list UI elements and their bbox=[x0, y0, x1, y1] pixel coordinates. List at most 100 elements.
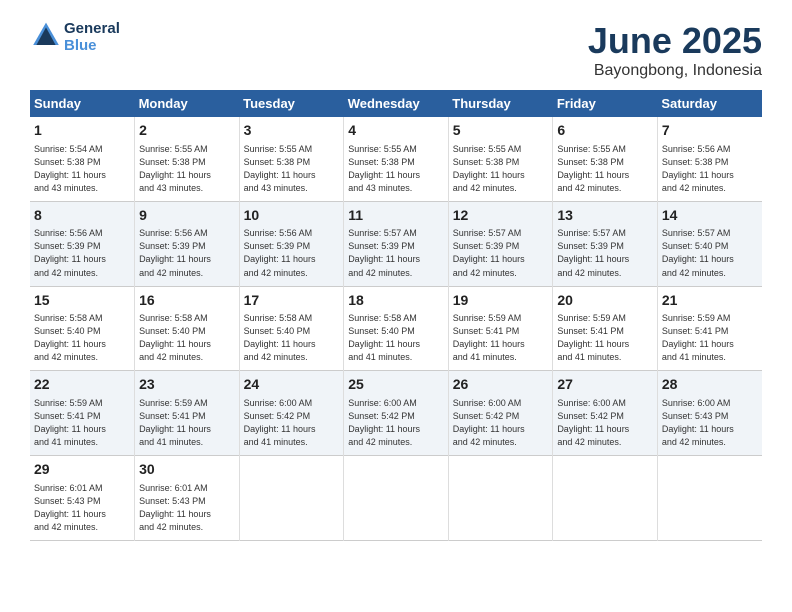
day-number: 1 bbox=[34, 121, 130, 141]
calendar-cell: 14Sunrise: 5:57 AM Sunset: 5:40 PM Dayli… bbox=[657, 201, 762, 286]
header-row: General Blue June 2025 Bayongbong, Indon… bbox=[30, 20, 762, 80]
calendar-cell: 30Sunrise: 6:01 AM Sunset: 5:43 PM Dayli… bbox=[135, 456, 240, 541]
day-number: 22 bbox=[34, 375, 130, 395]
day-number: 18 bbox=[348, 291, 444, 311]
day-info: Sunrise: 5:58 AM Sunset: 5:40 PM Dayligh… bbox=[244, 312, 340, 364]
day-info: Sunrise: 5:54 AM Sunset: 5:38 PM Dayligh… bbox=[34, 143, 130, 195]
day-info: Sunrise: 5:55 AM Sunset: 5:38 PM Dayligh… bbox=[348, 143, 444, 195]
day-info: Sunrise: 5:55 AM Sunset: 5:38 PM Dayligh… bbox=[557, 143, 653, 195]
title-block: June 2025 Bayongbong, Indonesia bbox=[588, 20, 762, 80]
calendar-cell bbox=[657, 456, 762, 541]
day-info: Sunrise: 6:00 AM Sunset: 5:42 PM Dayligh… bbox=[244, 397, 340, 449]
day-info: Sunrise: 5:59 AM Sunset: 5:41 PM Dayligh… bbox=[662, 312, 758, 364]
day-number: 15 bbox=[34, 291, 130, 311]
header-thursday: Thursday bbox=[448, 90, 553, 117]
header-saturday: Saturday bbox=[657, 90, 762, 117]
day-info: Sunrise: 5:59 AM Sunset: 5:41 PM Dayligh… bbox=[139, 397, 235, 449]
calendar-week-1: 8Sunrise: 5:56 AM Sunset: 5:39 PM Daylig… bbox=[30, 201, 762, 286]
day-number: 27 bbox=[557, 375, 653, 395]
calendar-cell: 7Sunrise: 5:56 AM Sunset: 5:38 PM Daylig… bbox=[657, 117, 762, 201]
day-number: 23 bbox=[139, 375, 235, 395]
day-info: Sunrise: 5:55 AM Sunset: 5:38 PM Dayligh… bbox=[244, 143, 340, 195]
day-info: Sunrise: 5:57 AM Sunset: 5:39 PM Dayligh… bbox=[348, 227, 444, 279]
day-number: 28 bbox=[662, 375, 758, 395]
month-title: June 2025 bbox=[588, 20, 762, 62]
calendar-cell: 6Sunrise: 5:55 AM Sunset: 5:38 PM Daylig… bbox=[553, 117, 658, 201]
calendar-cell: 12Sunrise: 5:57 AM Sunset: 5:39 PM Dayli… bbox=[448, 201, 553, 286]
day-number: 19 bbox=[453, 291, 549, 311]
calendar-cell: 25Sunrise: 6:00 AM Sunset: 5:42 PM Dayli… bbox=[344, 371, 449, 456]
day-info: Sunrise: 5:57 AM Sunset: 5:39 PM Dayligh… bbox=[453, 227, 549, 279]
day-info: Sunrise: 5:56 AM Sunset: 5:39 PM Dayligh… bbox=[34, 227, 130, 279]
day-info: Sunrise: 5:57 AM Sunset: 5:39 PM Dayligh… bbox=[557, 227, 653, 279]
header-friday: Friday bbox=[553, 90, 658, 117]
calendar-cell: 24Sunrise: 6:00 AM Sunset: 5:42 PM Dayli… bbox=[239, 371, 344, 456]
calendar-cell: 3Sunrise: 5:55 AM Sunset: 5:38 PM Daylig… bbox=[239, 117, 344, 201]
header-tuesday: Tuesday bbox=[239, 90, 344, 117]
day-number: 2 bbox=[139, 121, 235, 141]
day-number: 30 bbox=[139, 460, 235, 480]
calendar-container: General Blue June 2025 Bayongbong, Indon… bbox=[0, 0, 792, 561]
calendar-cell: 9Sunrise: 5:56 AM Sunset: 5:39 PM Daylig… bbox=[135, 201, 240, 286]
day-number: 14 bbox=[662, 206, 758, 226]
day-info: Sunrise: 5:55 AM Sunset: 5:38 PM Dayligh… bbox=[453, 143, 549, 195]
day-info: Sunrise: 6:00 AM Sunset: 5:42 PM Dayligh… bbox=[453, 397, 549, 449]
calendar-cell: 19Sunrise: 5:59 AM Sunset: 5:41 PM Dayli… bbox=[448, 286, 553, 371]
calendar-cell: 23Sunrise: 5:59 AM Sunset: 5:41 PM Dayli… bbox=[135, 371, 240, 456]
calendar-cell: 21Sunrise: 5:59 AM Sunset: 5:41 PM Dayli… bbox=[657, 286, 762, 371]
day-number: 25 bbox=[348, 375, 444, 395]
day-number: 17 bbox=[244, 291, 340, 311]
calendar-cell: 16Sunrise: 5:58 AM Sunset: 5:40 PM Dayli… bbox=[135, 286, 240, 371]
calendar-week-3: 22Sunrise: 5:59 AM Sunset: 5:41 PM Dayli… bbox=[30, 371, 762, 456]
day-info: Sunrise: 5:58 AM Sunset: 5:40 PM Dayligh… bbox=[348, 312, 444, 364]
header-monday: Monday bbox=[135, 90, 240, 117]
day-info: Sunrise: 6:00 AM Sunset: 5:43 PM Dayligh… bbox=[662, 397, 758, 449]
day-number: 5 bbox=[453, 121, 549, 141]
logo-text-line2: Blue bbox=[64, 37, 120, 54]
calendar-cell: 18Sunrise: 5:58 AM Sunset: 5:40 PM Dayli… bbox=[344, 286, 449, 371]
day-number: 13 bbox=[557, 206, 653, 226]
calendar-cell: 22Sunrise: 5:59 AM Sunset: 5:41 PM Dayli… bbox=[30, 371, 135, 456]
day-number: 8 bbox=[34, 206, 130, 226]
day-info: Sunrise: 5:58 AM Sunset: 5:40 PM Dayligh… bbox=[34, 312, 130, 364]
day-number: 12 bbox=[453, 206, 549, 226]
day-number: 21 bbox=[662, 291, 758, 311]
day-info: Sunrise: 5:59 AM Sunset: 5:41 PM Dayligh… bbox=[557, 312, 653, 364]
header-wednesday: Wednesday bbox=[344, 90, 449, 117]
subtitle: Bayongbong, Indonesia bbox=[588, 62, 762, 80]
logo: General Blue bbox=[30, 20, 120, 54]
calendar-week-0: 1Sunrise: 5:54 AM Sunset: 5:38 PM Daylig… bbox=[30, 117, 762, 201]
day-info: Sunrise: 5:56 AM Sunset: 5:38 PM Dayligh… bbox=[662, 143, 758, 195]
day-number: 7 bbox=[662, 121, 758, 141]
calendar-cell: 8Sunrise: 5:56 AM Sunset: 5:39 PM Daylig… bbox=[30, 201, 135, 286]
calendar-week-2: 15Sunrise: 5:58 AM Sunset: 5:40 PM Dayli… bbox=[30, 286, 762, 371]
day-info: Sunrise: 6:01 AM Sunset: 5:43 PM Dayligh… bbox=[139, 482, 235, 534]
calendar-cell: 26Sunrise: 6:00 AM Sunset: 5:42 PM Dayli… bbox=[448, 371, 553, 456]
calendar-cell bbox=[239, 456, 344, 541]
day-number: 11 bbox=[348, 206, 444, 226]
day-info: Sunrise: 6:00 AM Sunset: 5:42 PM Dayligh… bbox=[557, 397, 653, 449]
calendar-cell: 2Sunrise: 5:55 AM Sunset: 5:38 PM Daylig… bbox=[135, 117, 240, 201]
calendar-week-4: 29Sunrise: 6:01 AM Sunset: 5:43 PM Dayli… bbox=[30, 456, 762, 541]
day-info: Sunrise: 6:01 AM Sunset: 5:43 PM Dayligh… bbox=[34, 482, 130, 534]
calendar-cell bbox=[448, 456, 553, 541]
calendar-cell: 1Sunrise: 5:54 AM Sunset: 5:38 PM Daylig… bbox=[30, 117, 135, 201]
day-info: Sunrise: 5:56 AM Sunset: 5:39 PM Dayligh… bbox=[244, 227, 340, 279]
day-number: 29 bbox=[34, 460, 130, 480]
day-info: Sunrise: 5:55 AM Sunset: 5:38 PM Dayligh… bbox=[139, 143, 235, 195]
day-info: Sunrise: 5:58 AM Sunset: 5:40 PM Dayligh… bbox=[139, 312, 235, 364]
day-number: 3 bbox=[244, 121, 340, 141]
day-number: 9 bbox=[139, 206, 235, 226]
calendar-cell: 5Sunrise: 5:55 AM Sunset: 5:38 PM Daylig… bbox=[448, 117, 553, 201]
day-info: Sunrise: 5:59 AM Sunset: 5:41 PM Dayligh… bbox=[34, 397, 130, 449]
day-info: Sunrise: 5:56 AM Sunset: 5:39 PM Dayligh… bbox=[139, 227, 235, 279]
calendar-cell: 10Sunrise: 5:56 AM Sunset: 5:39 PM Dayli… bbox=[239, 201, 344, 286]
day-number: 24 bbox=[244, 375, 340, 395]
day-number: 6 bbox=[557, 121, 653, 141]
calendar-cell: 13Sunrise: 5:57 AM Sunset: 5:39 PM Dayli… bbox=[553, 201, 658, 286]
logo-icon bbox=[30, 21, 62, 53]
day-number: 10 bbox=[244, 206, 340, 226]
day-number: 26 bbox=[453, 375, 549, 395]
day-info: Sunrise: 5:57 AM Sunset: 5:40 PM Dayligh… bbox=[662, 227, 758, 279]
day-number: 4 bbox=[348, 121, 444, 141]
